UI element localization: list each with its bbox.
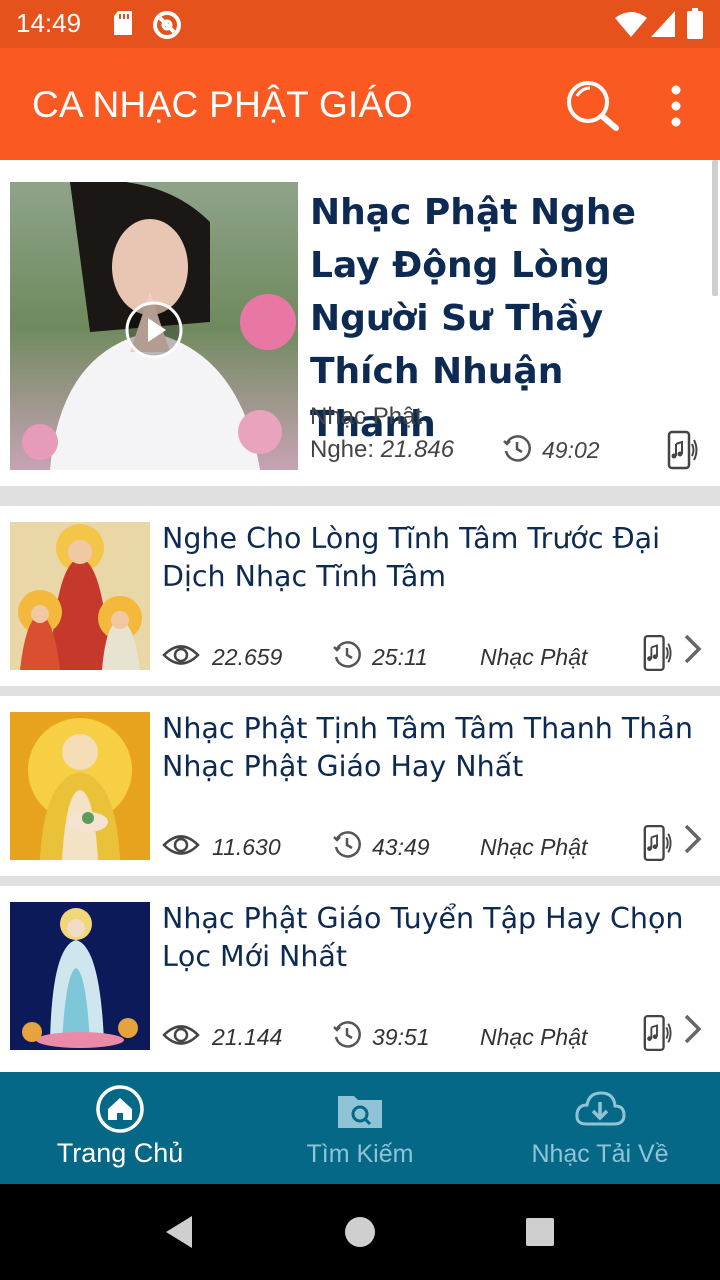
item-views: 22.659 — [212, 644, 283, 670]
home-button-icon[interactable] — [340, 1212, 380, 1252]
cloud-download-icon — [575, 1091, 626, 1126]
phone-audio-icon[interactable] — [642, 634, 672, 672]
search-icon[interactable] — [562, 78, 622, 132]
sd-card-icon — [114, 11, 132, 35]
divider — [0, 686, 720, 696]
list-item[interactable]: Nhạc Phật Giáo Tuyển Tập Hay Chọn Lọc Mớ… — [0, 886, 720, 1062]
folder-search-icon — [338, 1096, 382, 1128]
divider — [0, 486, 720, 506]
app-title: CA NHẠC PHẬT GIÁO — [32, 84, 413, 125]
featured-category: Nhạc Phật — [310, 403, 423, 430]
featured-views-value: 21.846 — [380, 436, 455, 463]
more-vert-icon[interactable] — [660, 82, 692, 130]
chevron-right-icon[interactable] — [682, 632, 704, 666]
item-views: 11.630 — [212, 834, 281, 860]
nav-search[interactable]: Tìm Kiếm — [240, 1072, 480, 1184]
item-duration: 25:11 — [372, 644, 428, 670]
item-thumbnail[interactable] — [10, 902, 150, 1050]
do-not-disturb-icon — [153, 11, 181, 39]
play-icon[interactable] — [124, 300, 184, 360]
featured-item[interactable]: Nhạc Phật Nghe Lay Động Lòng Người Sư Th… — [0, 160, 720, 486]
eye-icon — [162, 645, 200, 665]
bottom-navigation: Trang Chủ Tìm Kiếm Nhạc Tải Về — [0, 1072, 720, 1184]
nav-home-label: Trang Chủ — [56, 1138, 184, 1168]
divider — [0, 876, 720, 886]
nav-downloads-label: Nhạc Tải Về — [531, 1140, 669, 1168]
eye-icon — [162, 1025, 200, 1045]
cellular-signal-icon — [651, 11, 675, 37]
item-duration: 43:49 — [372, 834, 430, 860]
featured-views-label: Nghe: — [310, 436, 381, 463]
item-title[interactable]: Nghe Cho Lòng Tĩnh Tâm Trước Đại Dịch Nh… — [162, 520, 710, 596]
item-title[interactable]: Nhạc Phật Tịnh Tâm Tâm Thanh Thản Nhạc P… — [162, 710, 710, 786]
phone-audio-icon[interactable] — [642, 1014, 672, 1052]
recents-icon[interactable] — [520, 1212, 560, 1252]
phone-audio-icon[interactable] — [666, 430, 698, 470]
nav-downloads[interactable]: Nhạc Tải Về — [480, 1072, 720, 1184]
list-item[interactable]: Nhạc Phật Tịnh Tâm Tâm Thanh Thản Nhạc P… — [0, 696, 720, 872]
system-navigation-bar — [0, 1184, 720, 1280]
item-views: 21.144 — [212, 1024, 283, 1050]
home-icon — [96, 1085, 144, 1133]
clock-icon — [333, 1021, 361, 1048]
item-title[interactable]: Nhạc Phật Giáo Tuyển Tập Hay Chọn Lọc Mớ… — [162, 900, 710, 976]
featured-thumbnail[interactable] — [10, 182, 298, 470]
item-duration: 39:51 — [372, 1024, 430, 1050]
eye-icon — [162, 835, 200, 855]
item-category: Nhạc Phật — [480, 644, 588, 670]
clock-icon — [503, 435, 531, 462]
featured-views: Nghe: 21.846 — [310, 436, 454, 464]
battery-icon — [687, 8, 703, 39]
clock-icon — [333, 641, 361, 668]
back-icon[interactable] — [160, 1212, 200, 1252]
item-thumbnail[interactable] — [10, 522, 150, 670]
item-thumbnail[interactable] — [10, 712, 150, 860]
chevron-right-icon[interactable] — [682, 822, 704, 856]
item-category: Nhạc Phật — [480, 834, 588, 860]
nav-home[interactable]: Trang Chủ — [0, 1072, 240, 1184]
item-category: Nhạc Phật — [480, 1024, 588, 1050]
featured-duration: 49:02 — [542, 437, 600, 463]
list-item[interactable]: Nghe Cho Lòng Tĩnh Tâm Trước Đại Dịch Nh… — [0, 506, 720, 682]
status-time: 14:49 — [16, 8, 82, 38]
chevron-right-icon[interactable] — [682, 1012, 704, 1046]
clock-icon — [333, 831, 361, 858]
nav-search-label: Tìm Kiếm — [306, 1140, 414, 1168]
wifi-icon — [615, 12, 647, 37]
phone-audio-icon[interactable] — [642, 824, 672, 862]
status-bar: 14:49 — [0, 0, 720, 48]
content-list[interactable]: Nhạc Phật Nghe Lay Động Lòng Người Sư Th… — [0, 160, 720, 1072]
app-bar: CA NHẠC PHẬT GIÁO — [0, 48, 720, 160]
